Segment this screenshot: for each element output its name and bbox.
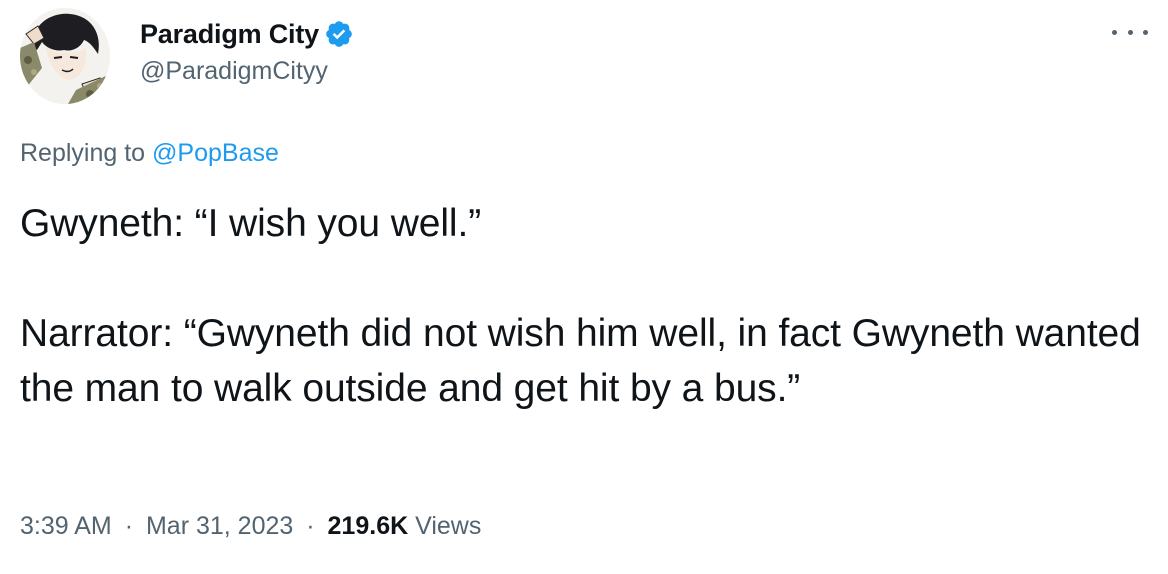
views-label: Views [415, 512, 482, 540]
tweet-paragraph: Narrator: “Gwyneth did not wish him well… [20, 312, 1141, 410]
avatar-image [20, 8, 110, 104]
replying-to-label: Replying to [20, 139, 146, 167]
display-name[interactable]: Paradigm City [140, 19, 319, 50]
views-count: 219.6K [327, 512, 409, 540]
avatar[interactable] [20, 8, 110, 104]
tweet-paragraph: Gwyneth: “I wish you well.” [20, 202, 482, 245]
tweet-text: Gwyneth: “I wish you well.” Narrator: “G… [20, 196, 1150, 416]
verified-badge-icon[interactable] [324, 19, 354, 49]
replying-to: Replying to @PopBase [20, 139, 279, 168]
tweet-date[interactable]: Mar 31, 2023 [146, 512, 293, 540]
more-horizontal-icon[interactable] [1112, 20, 1148, 44]
tweet-time[interactable]: 3:39 AM [20, 512, 112, 540]
tweet-meta: 3:39 AM · Mar 31, 2023 · 219.6K Views [20, 512, 481, 541]
author-name-row: Paradigm City [140, 14, 354, 54]
reply-mention-link[interactable]: @PopBase [152, 139, 279, 167]
author-handle[interactable]: @ParadigmCityy [140, 57, 328, 86]
meta-separator: · [306, 512, 315, 540]
tweet-card[interactable]: Paradigm City @ParadigmCityy Replying to… [0, 0, 1168, 574]
meta-separator: · [124, 512, 134, 540]
